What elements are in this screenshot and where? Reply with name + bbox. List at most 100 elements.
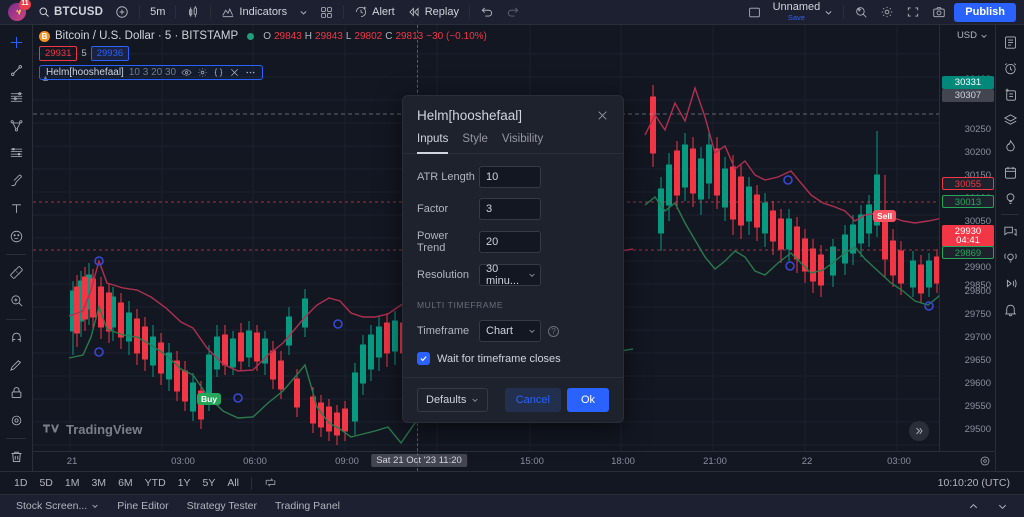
close-icon[interactable] [229,67,240,78]
indicators-dropdown[interactable] [293,3,314,22]
more-icon[interactable] [245,67,256,78]
tab-visibility[interactable]: Visibility [502,133,543,154]
atr-length-input[interactable] [479,166,541,188]
fullscreen-button[interactable] [900,3,926,22]
notifications-bell-icon[interactable] [998,296,1023,322]
emoji-icon[interactable] [3,223,30,250]
indicator-legend[interactable]: Helm[hooshefaal] 10 3 20 30 [39,65,264,80]
cross-cursor-icon[interactable] [3,29,30,56]
ideas-bulb-icon[interactable] [998,185,1023,211]
flame-icon[interactable] [998,133,1023,159]
chart-settings-button[interactable] [874,3,900,22]
tab-style[interactable]: Style [462,133,488,154]
add-symbol-button[interactable] [109,3,135,22]
timeframe-6m[interactable]: 6M [112,475,139,491]
fib-tools-icon[interactable] [3,140,30,167]
layout-button[interactable] [742,3,767,22]
time-axis-settings-icon[interactable] [979,455,991,467]
dialog-footer: Defaults Cancel Ok [403,377,623,422]
lock-icon[interactable] [3,379,30,406]
source-code-icon[interactable] [213,67,224,78]
factor-input[interactable] [479,198,541,220]
price-tick: 29700 [964,332,991,343]
gear-icon[interactable] [197,67,208,78]
undo-button[interactable] [474,3,500,22]
close-icon[interactable] [596,109,609,122]
scroll-to-realtime-button[interactable] [909,421,929,441]
wait-timeframe-checkbox[interactable] [417,352,430,365]
wait-timeframe-row[interactable]: Wait for timeframe closes [417,352,609,365]
symbol-search[interactable]: BTCUSD [32,3,109,22]
alert-button[interactable]: Alert [348,3,401,22]
data-window-icon[interactable] [998,81,1023,107]
camera-icon [932,5,946,19]
price-low-badge: 29931 [39,46,78,61]
panel-expand-button[interactable] [960,498,987,515]
redo-button[interactable] [500,3,526,22]
replay-icon [407,5,421,19]
interval-button[interactable]: 5m [144,3,171,22]
trading-panel-button[interactable]: Trading Panel [267,497,348,515]
help-icon[interactable]: ? [548,325,559,337]
time-tick: 15:00 [520,456,544,467]
tab-inputs[interactable]: Inputs [417,133,449,154]
layout-save-link[interactable]: Save [788,14,805,22]
timeframe-3m[interactable]: 3M [85,475,112,491]
cancel-button[interactable]: Cancel [504,388,561,412]
resolution-label: Resolution [417,269,469,281]
timeframe-select[interactable]: Chart [479,320,541,342]
snapshot-button[interactable] [926,3,952,22]
watchlist-icon[interactable] [998,29,1023,55]
horizontal-lines-icon[interactable] [3,84,30,111]
layout-name-button[interactable]: Unnamed Save [767,2,840,22]
replay-button[interactable]: Replay [401,3,465,22]
brush-icon[interactable] [3,167,30,194]
divider [251,476,253,490]
time-axis[interactable]: 21 03:00 06:00 09:00 15:00 18:00 21:00 2… [33,451,995,471]
chat-icon[interactable] [998,218,1023,244]
calendar-icon[interactable] [998,159,1023,185]
tradingview-app: 11 BTCUSD 5m Indicators Alert Replay Unn… [0,0,1024,517]
clock-label[interactable]: 10:10:20 (UTC) [938,477,1016,489]
indicator-templates-button[interactable] [314,3,339,22]
hotlist-layers-icon[interactable] [998,107,1023,133]
timeframe-1d[interactable]: 1D [8,475,33,491]
alerts-clock-icon[interactable] [998,55,1023,81]
resolution-select[interactable]: 30 minu... [479,263,541,287]
timeframe-5d[interactable]: 5D [33,475,58,491]
strategy-tester-button[interactable]: Strategy Tester [179,497,265,515]
timeframe-1y[interactable]: 1Y [172,475,197,491]
hide-drawings-icon[interactable] [3,407,30,434]
timeframe-ytd[interactable]: YTD [139,475,172,491]
defaults-button[interactable]: Defaults [417,388,489,412]
trend-line-icon[interactable] [3,57,30,84]
chart-type-button[interactable] [180,3,206,22]
indicators-button[interactable]: Indicators [215,3,293,22]
eye-icon[interactable] [181,67,192,78]
tradingview-logo[interactable]: 11 [8,0,31,21]
currency-selector[interactable]: USD [954,29,991,42]
date-range-icon[interactable] [258,475,283,492]
timeframe-5y[interactable]: 5Y [197,475,222,491]
publish-button[interactable]: Publish [954,2,1016,22]
field-row-atr-length: ATR Length [417,166,609,188]
panel-collapse-button[interactable] [989,498,1016,515]
magnet-icon[interactable] [3,324,30,351]
broadcast-icon[interactable] [998,270,1023,296]
price-axis[interactable]: USD 30400 30350 30250 30200 30150 30100 … [939,25,995,471]
timeframe-1m[interactable]: 1M [59,475,86,491]
measure-ruler-icon[interactable] [3,259,30,286]
zoom-in-icon[interactable] [3,287,30,314]
stock-screener-button[interactable]: Stock Screen... [8,497,107,515]
public-chat-icon[interactable] [998,244,1023,270]
pine-editor-button[interactable]: Pine Editor [109,497,176,515]
text-tool-icon[interactable] [3,195,30,222]
timeframe-label-text: Timeframe [417,325,470,337]
timeframe-all[interactable]: All [221,475,245,491]
quick-search-button[interactable] [848,3,874,22]
power-trend-input[interactable] [479,231,541,253]
pitchfork-icon[interactable] [3,112,30,139]
drawing-mode-icon[interactable] [3,351,30,378]
ok-button[interactable]: Ok [566,388,609,412]
trash-icon[interactable] [3,443,30,470]
